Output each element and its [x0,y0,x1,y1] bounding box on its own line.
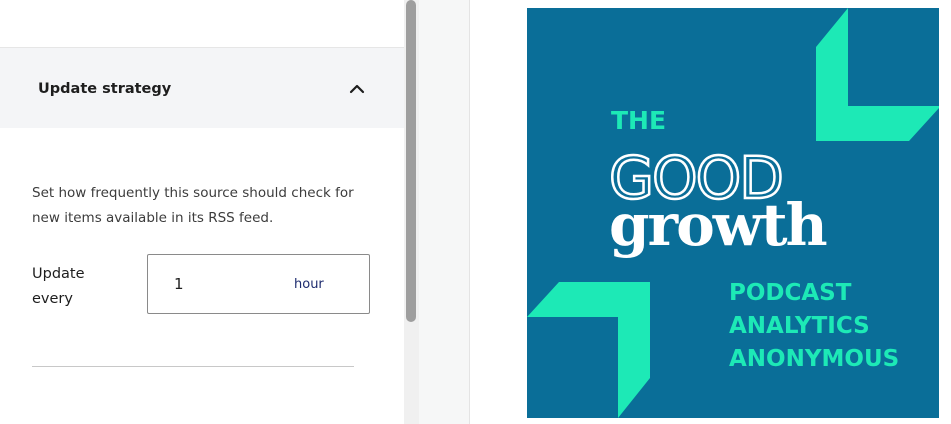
cover-podcast-text: PODCAST [729,280,852,306]
settings-panel: Update strategy Set how frequently this … [0,0,404,424]
cover-analytics-text: ANALYTICS [729,313,870,339]
cover-growth-text: growth [609,191,827,259]
cover-anonymous-text: ANONYMOUS [729,346,899,372]
update-every-field[interactable]: hour [147,254,370,314]
update-strategy-title: Update strategy [38,81,172,97]
cover-the-text: THE [611,106,666,135]
update-every-input[interactable] [174,275,254,293]
section-divider [32,366,354,367]
podcast-cover-image: THE GOOD growth PODCAST ANALYTICS ANONYM… [527,8,939,418]
update-every-unit: hour [294,277,324,292]
chevron-up-icon[interactable] [347,79,367,99]
panel-scrollbar-thumb[interactable] [406,0,416,322]
update-strategy-description: Set how frequently this source should ch… [32,185,354,226]
update-every-label: Update every [32,266,85,307]
